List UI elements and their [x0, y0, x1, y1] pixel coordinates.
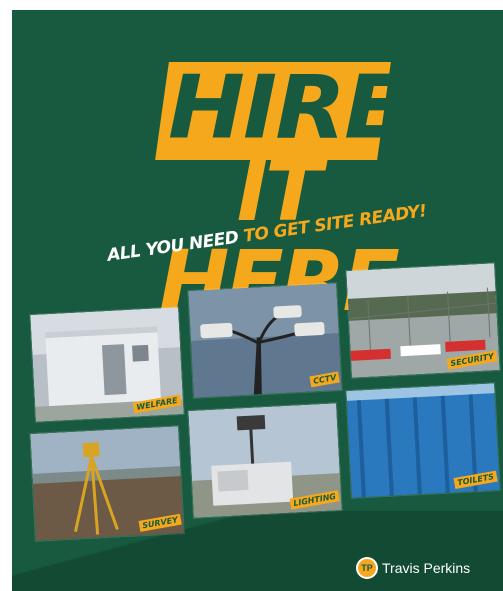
- card-survey: SURVEY: [29, 425, 185, 542]
- card-welfare: WELFARE: [29, 306, 185, 423]
- poster: HIRE IT HERE ALL YOU NEED TO GET SITE RE…: [12, 10, 503, 591]
- card-lighting: LIGHTING: [187, 402, 343, 519]
- travis-perkins-logo: TP Travis Perkins: [356, 557, 470, 579]
- brand-name: Travis Perkins: [382, 560, 471, 576]
- card-cctv: CCTV: [187, 282, 343, 399]
- card-security: SECURITY: [345, 262, 501, 379]
- tp-badge-icon: TP: [356, 557, 378, 579]
- card-toilets: TOILETS: [345, 382, 501, 499]
